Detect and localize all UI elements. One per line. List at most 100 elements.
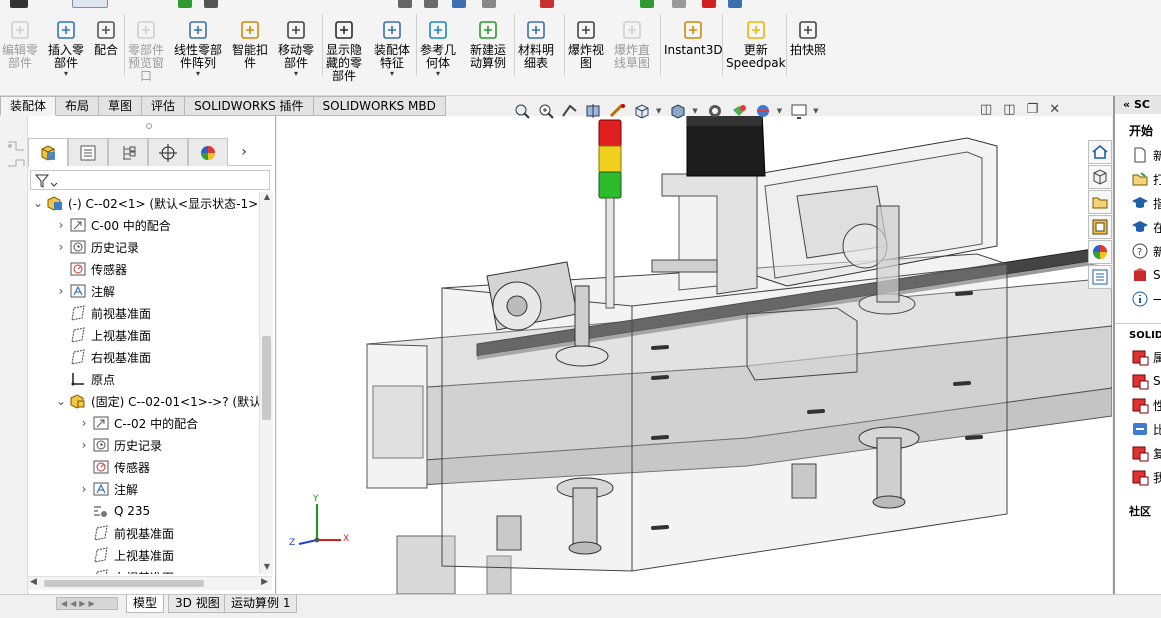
quick-access-icon[interactable] bbox=[452, 0, 466, 8]
task-pane-header[interactable]: « SC bbox=[1115, 96, 1161, 114]
new-motion-study-button[interactable]: 新建运 动算例 bbox=[470, 18, 506, 70]
tree-item[interactable]: 原点 bbox=[28, 368, 115, 390]
tab-featuremanager[interactable] bbox=[28, 138, 68, 166]
tree-item[interactable]: Q 235 bbox=[28, 500, 150, 522]
quick-access-icon[interactable] bbox=[482, 0, 496, 8]
tree-vertical-scrollbar[interactable]: ▲ ▼ bbox=[259, 192, 273, 574]
task-pane-link[interactable]: 比 bbox=[1115, 417, 1161, 441]
panel-splitter-dot[interactable] bbox=[146, 123, 152, 129]
tree-item[interactable]: › 注解 bbox=[28, 478, 138, 500]
scroll-thumb[interactable] bbox=[262, 336, 271, 420]
tree-item[interactable]: › C--02 中的配合 bbox=[28, 412, 199, 434]
instant3d-button[interactable]: Instant3D bbox=[664, 18, 723, 57]
reference-geometry-dropdown[interactable]: ▾ bbox=[436, 70, 440, 78]
previous-view-icon[interactable] bbox=[560, 102, 580, 120]
apply-scene-icon[interactable] bbox=[753, 102, 773, 120]
scroll-right-arrow[interactable]: ▶ bbox=[261, 577, 268, 587]
exploded-view-button[interactable]: 爆炸视 图 bbox=[568, 18, 604, 70]
scroll-left-arrow[interactable]: ◀ bbox=[30, 577, 37, 587]
tree-expander-icon[interactable]: ⌄ bbox=[55, 394, 67, 408]
display-style-icon[interactable] bbox=[668, 102, 688, 120]
task-pane-link[interactable]: ?新 bbox=[1115, 239, 1161, 263]
assembly-features-button[interactable]: 装配体 特征 ▾ bbox=[374, 18, 410, 78]
show-hidden-button[interactable]: 显示隐 藏的零 部件 bbox=[326, 18, 362, 83]
tab-file-explorer[interactable] bbox=[1088, 190, 1112, 214]
tree-expander-icon[interactable]: › bbox=[55, 284, 67, 298]
bottom-tab[interactable]: 3D 视图 bbox=[168, 595, 227, 613]
component-preview-button[interactable]: 零部件 预览窗 口 bbox=[128, 18, 164, 83]
quick-access-icon[interactable] bbox=[540, 0, 554, 8]
task-pane-link[interactable]: 一 bbox=[1115, 287, 1161, 311]
tree-item[interactable]: › C-00 中的配合 bbox=[28, 214, 171, 236]
quick-access-icon[interactable] bbox=[424, 0, 438, 8]
tree-item[interactable]: › 历史记录 bbox=[28, 236, 139, 258]
tab-propertymanager[interactable] bbox=[68, 138, 108, 166]
move-component-dropdown[interactable]: ▾ bbox=[294, 70, 298, 78]
view-settings-icon[interactable] bbox=[789, 102, 809, 120]
collapse-pane-icon[interactable]: « bbox=[1123, 98, 1130, 111]
task-pane-link[interactable]: 属 bbox=[1115, 345, 1161, 369]
tree-item[interactable]: › 历史记录 bbox=[28, 434, 162, 456]
command-tab[interactable]: 草图 bbox=[99, 96, 143, 116]
task-pane-link[interactable]: 我 bbox=[1115, 465, 1161, 489]
tree-item[interactable]: 前视基准面 bbox=[28, 302, 151, 324]
section-view-icon[interactable] bbox=[584, 102, 604, 120]
task-pane-link[interactable]: 性 bbox=[1115, 393, 1161, 417]
strip-sketch-icons[interactable] bbox=[2, 132, 28, 212]
tree-expander-icon[interactable]: › bbox=[78, 482, 90, 496]
quick-access-icon[interactable] bbox=[178, 0, 192, 8]
command-tab[interactable]: SOLIDWORKS 插件 bbox=[185, 96, 314, 116]
view-orientation-dropdown[interactable]: ▼ bbox=[656, 107, 661, 115]
task-pane-link[interactable]: SO bbox=[1115, 263, 1161, 287]
quick-access-icon[interactable] bbox=[10, 0, 28, 8]
tab-configurationmanager[interactable] bbox=[108, 138, 148, 166]
dynamic-annotation-icon[interactable] bbox=[608, 102, 628, 120]
tab-design-library[interactable] bbox=[1088, 165, 1112, 189]
tree-item[interactable]: ⌄ (-) C--02<1> (默认<显示状态-1> bbox=[28, 192, 258, 214]
update-speedpak-button[interactable]: 更新 Speedpak bbox=[726, 18, 786, 70]
assembly-model-render[interactable] bbox=[277, 116, 1112, 594]
task-pane-link[interactable]: SO bbox=[1115, 369, 1161, 393]
tab-solidworks-resources[interactable] bbox=[1088, 140, 1112, 164]
tree-item[interactable]: 右视基准面 bbox=[28, 346, 151, 368]
collapse-left-icon[interactable]: ◫ bbox=[980, 102, 992, 117]
tree-item[interactable]: › 注解 bbox=[28, 280, 115, 302]
tree-item[interactable]: 传感器 bbox=[28, 258, 127, 280]
tab-view-palette[interactable] bbox=[1088, 215, 1112, 239]
view-orientation-icon[interactable] bbox=[632, 102, 652, 120]
zoom-to-fit-icon[interactable] bbox=[512, 102, 532, 120]
edit-appearance-icon[interactable] bbox=[729, 102, 749, 120]
quick-access-icon[interactable] bbox=[702, 0, 716, 8]
mate-button[interactable]: 配合 bbox=[94, 18, 118, 57]
tree-horizontal-scrollbar[interactable]: ◀ ▶ bbox=[28, 576, 272, 590]
command-tab[interactable]: SOLIDWORKS MBD bbox=[313, 96, 446, 116]
task-pane-link[interactable]: 打 bbox=[1115, 167, 1161, 191]
tab-nav-arrows[interactable]: ◀◀▶▶ bbox=[56, 597, 118, 610]
tree-expander-icon[interactable]: › bbox=[55, 218, 67, 232]
reference-geometry-button[interactable]: 参考几 何体 ▾ bbox=[420, 18, 456, 78]
bottom-tab[interactable]: 运动算例 1 bbox=[224, 595, 298, 613]
tab-dimxpertmanager[interactable] bbox=[148, 138, 188, 166]
tab-appearances[interactable] bbox=[1088, 240, 1112, 264]
command-tab[interactable]: 布局 bbox=[56, 96, 100, 116]
tree-expander-icon[interactable]: ⌄ bbox=[32, 196, 44, 210]
tree-expander-icon[interactable]: › bbox=[55, 240, 67, 254]
linear-pattern-dropdown[interactable]: ▾ bbox=[196, 70, 200, 78]
scroll-down-arrow[interactable]: ▼ bbox=[260, 562, 274, 574]
apply-scene-dropdown[interactable]: ▼ bbox=[777, 107, 782, 115]
hide-show-items-icon[interactable] bbox=[705, 102, 725, 120]
insert-components-button[interactable]: 插入零 部件 ▾ bbox=[48, 18, 84, 78]
tab-displaymanager[interactable] bbox=[188, 138, 228, 166]
tree-item[interactable]: 右视基准面 bbox=[28, 566, 174, 574]
display-style-dropdown[interactable]: ▼ bbox=[692, 107, 697, 115]
command-tab[interactable]: 评估 bbox=[142, 96, 186, 116]
tree-item[interactable]: 传感器 bbox=[28, 456, 150, 478]
tree-item[interactable]: 上视基准面 bbox=[28, 544, 174, 566]
tabs-scroll-right[interactable]: › bbox=[228, 138, 260, 166]
task-pane-link[interactable]: 指 bbox=[1115, 191, 1161, 215]
filter-icon[interactable] bbox=[33, 172, 59, 190]
smart-fasteners-button[interactable]: 智能扣 件 bbox=[232, 18, 268, 70]
command-tab[interactable]: 装配体 bbox=[0, 96, 57, 116]
tab-custom-properties[interactable] bbox=[1088, 265, 1112, 289]
restore-window-icon[interactable]: ❐ bbox=[1027, 102, 1039, 117]
